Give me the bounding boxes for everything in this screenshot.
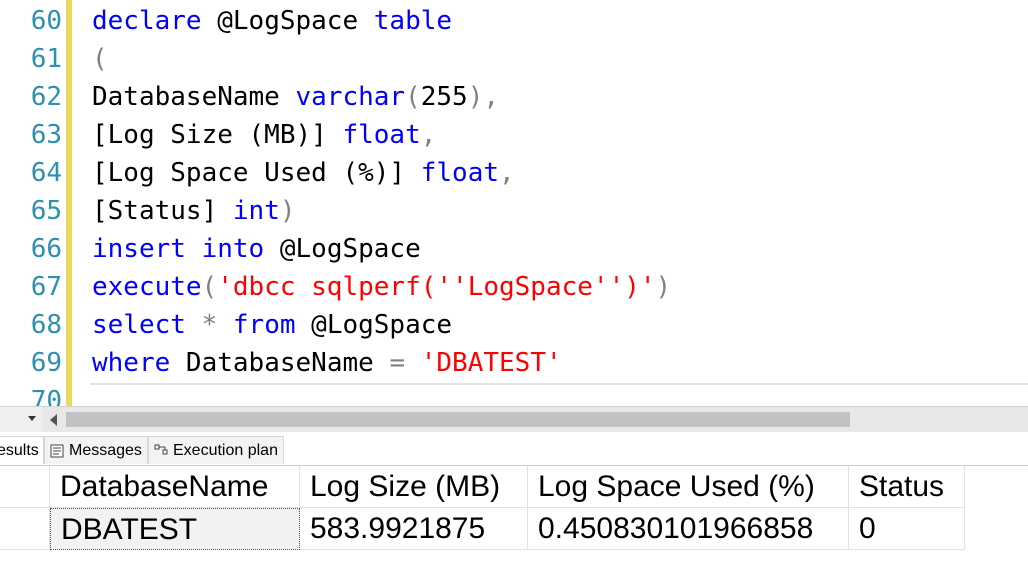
tab-messages[interactable]: Messages [44,436,148,464]
messages-icon [50,444,64,457]
code-line[interactable]: 64 [Log Space Used (%)] float, [0,154,1028,192]
line-number: 61 [30,44,62,74]
code-token: [Log Space Used (%)] [92,158,421,188]
code-token: declare [92,6,202,36]
code-token: , [420,120,437,150]
code-token: where [92,348,171,378]
row-header[interactable] [0,508,50,550]
tab-results[interactable]: esults [0,436,44,464]
code-text[interactable]: [Status] int) [92,192,296,230]
code-token: 255 [420,82,468,112]
code-token: @LogSpace [201,6,374,36]
code-text[interactable]: [Log Space Used (%)] float, [92,154,515,192]
query-editor[interactable]: 60 declare @LogSpace table 61 (62 DatabaseNa… [0,0,1028,406]
code-token: from [232,310,296,340]
grid-corner[interactable] [0,466,50,508]
code-token: select [92,310,186,340]
column-header-log-size[interactable]: Log Size (MB) [300,466,528,508]
code-token: DatabaseName [170,348,390,378]
column-header-log-space-used[interactable]: Log Space Used (%) [528,466,849,508]
code-token: int [232,196,280,226]
code-text[interactable]: declare @LogSpace table [92,2,452,40]
code-token: * [201,310,218,340]
code-token: ( [201,272,218,302]
cell-log-size[interactable]: 583.9921875 [300,508,528,550]
code-token: float [342,120,421,150]
code-line[interactable]: 67 execute('dbcc sqlperf(''LogSpace'')') [0,268,1028,306]
code-token: ), [467,82,500,112]
code-line[interactable]: 65 [Status] int) [0,192,1028,230]
scroll-track[interactable] [64,411,1024,428]
tab-execution-plan-label: Execution plan [173,441,278,459]
code-token: [Status] [92,196,233,226]
code-token: ) [279,196,296,226]
code-text[interactable]: insert into @LogSpace [92,230,421,268]
code-token: insert [92,234,186,264]
code-token: varchar [295,82,406,112]
code-token: 'DBATEST' [420,348,562,378]
code-line[interactable]: 61 ( [0,40,1028,78]
code-token: DatabaseName [92,82,296,112]
cell-databasename[interactable]: DBATEST [50,508,300,550]
code-token: , [499,158,515,188]
scroll-thumb[interactable] [66,412,850,427]
column-header-databasename[interactable]: DatabaseName [50,466,300,508]
code-text[interactable]: where DatabaseName = 'DBATEST' [92,344,562,382]
results-grid[interactable]: DatabaseName Log Size (MB) Log Space Use… [0,466,1028,576]
code-token: ( [92,44,108,74]
code-token: ) [655,272,672,302]
code-token: 'dbcc sqlperf(''LogSpace'')' [217,272,656,302]
code-line[interactable]: 68 select * from @LogSpace [0,306,1028,344]
line-number: 66 [30,234,62,264]
code-token: execute [92,272,202,302]
grid-header-row: DatabaseName Log Size (MB) Log Space Use… [0,466,1028,508]
column-header-status[interactable]: Status [849,466,965,508]
code-line[interactable]: 60 declare @LogSpace table [0,2,1028,40]
cell-log-space-used[interactable]: 0.450830101966858 [528,508,849,550]
code-line[interactable]: 70 [0,382,1028,406]
code-token: @LogSpace [295,310,453,340]
result-tabs: esults Messages Execution plan [0,432,1028,466]
tab-execution-plan[interactable]: Execution plan [148,436,284,464]
code-text[interactable]: select * from @LogSpace [92,306,452,344]
zoom-dropdown[interactable] [0,407,42,432]
scroll-left-icon[interactable] [50,414,57,426]
code-token: float [420,158,500,188]
tab-messages-label: Messages [69,441,142,459]
line-number: 69 [30,348,62,378]
tab-results-label: esults [0,441,39,459]
code-line[interactable]: 66 insert into @LogSpace [0,230,1028,268]
line-number: 62 [30,82,62,112]
line-number: 60 [30,6,62,36]
code-token: [Log Size (MB)] [92,120,343,150]
code-line[interactable]: 62 DatabaseName varchar(255), [0,78,1028,116]
code-line[interactable]: 69 where DatabaseName = 'DBATEST' [0,344,1028,382]
code-text[interactable]: ( [92,40,108,78]
line-number: 67 [30,272,62,302]
code-token: = [389,348,406,378]
code-token: into [201,234,265,264]
execution-plan-icon [154,444,168,454]
cell-status[interactable]: 0 [849,508,965,550]
code-text[interactable]: [Log Size (MB)] float, [92,116,436,154]
code-text[interactable]: DatabaseName varchar(255), [92,78,499,116]
chevron-down-icon [28,416,36,421]
code-token: @LogSpace [264,234,421,264]
table-row[interactable]: DBATEST 583.9921875 0.450830101966858 0 [0,508,1028,550]
code-token: table [373,6,453,36]
code-token: ( [405,82,421,112]
editor-horizontal-scrollbar[interactable] [0,406,1028,432]
code-line[interactable]: 63 [Log Size (MB)] float, [0,116,1028,154]
line-number: 68 [30,310,62,340]
line-number: 65 [30,196,62,226]
line-number: 70 [30,386,62,406]
code-text[interactable]: execute('dbcc sqlperf(''LogSpace'')') [92,268,671,306]
line-number: 64 [30,158,62,188]
line-number: 63 [30,120,62,150]
